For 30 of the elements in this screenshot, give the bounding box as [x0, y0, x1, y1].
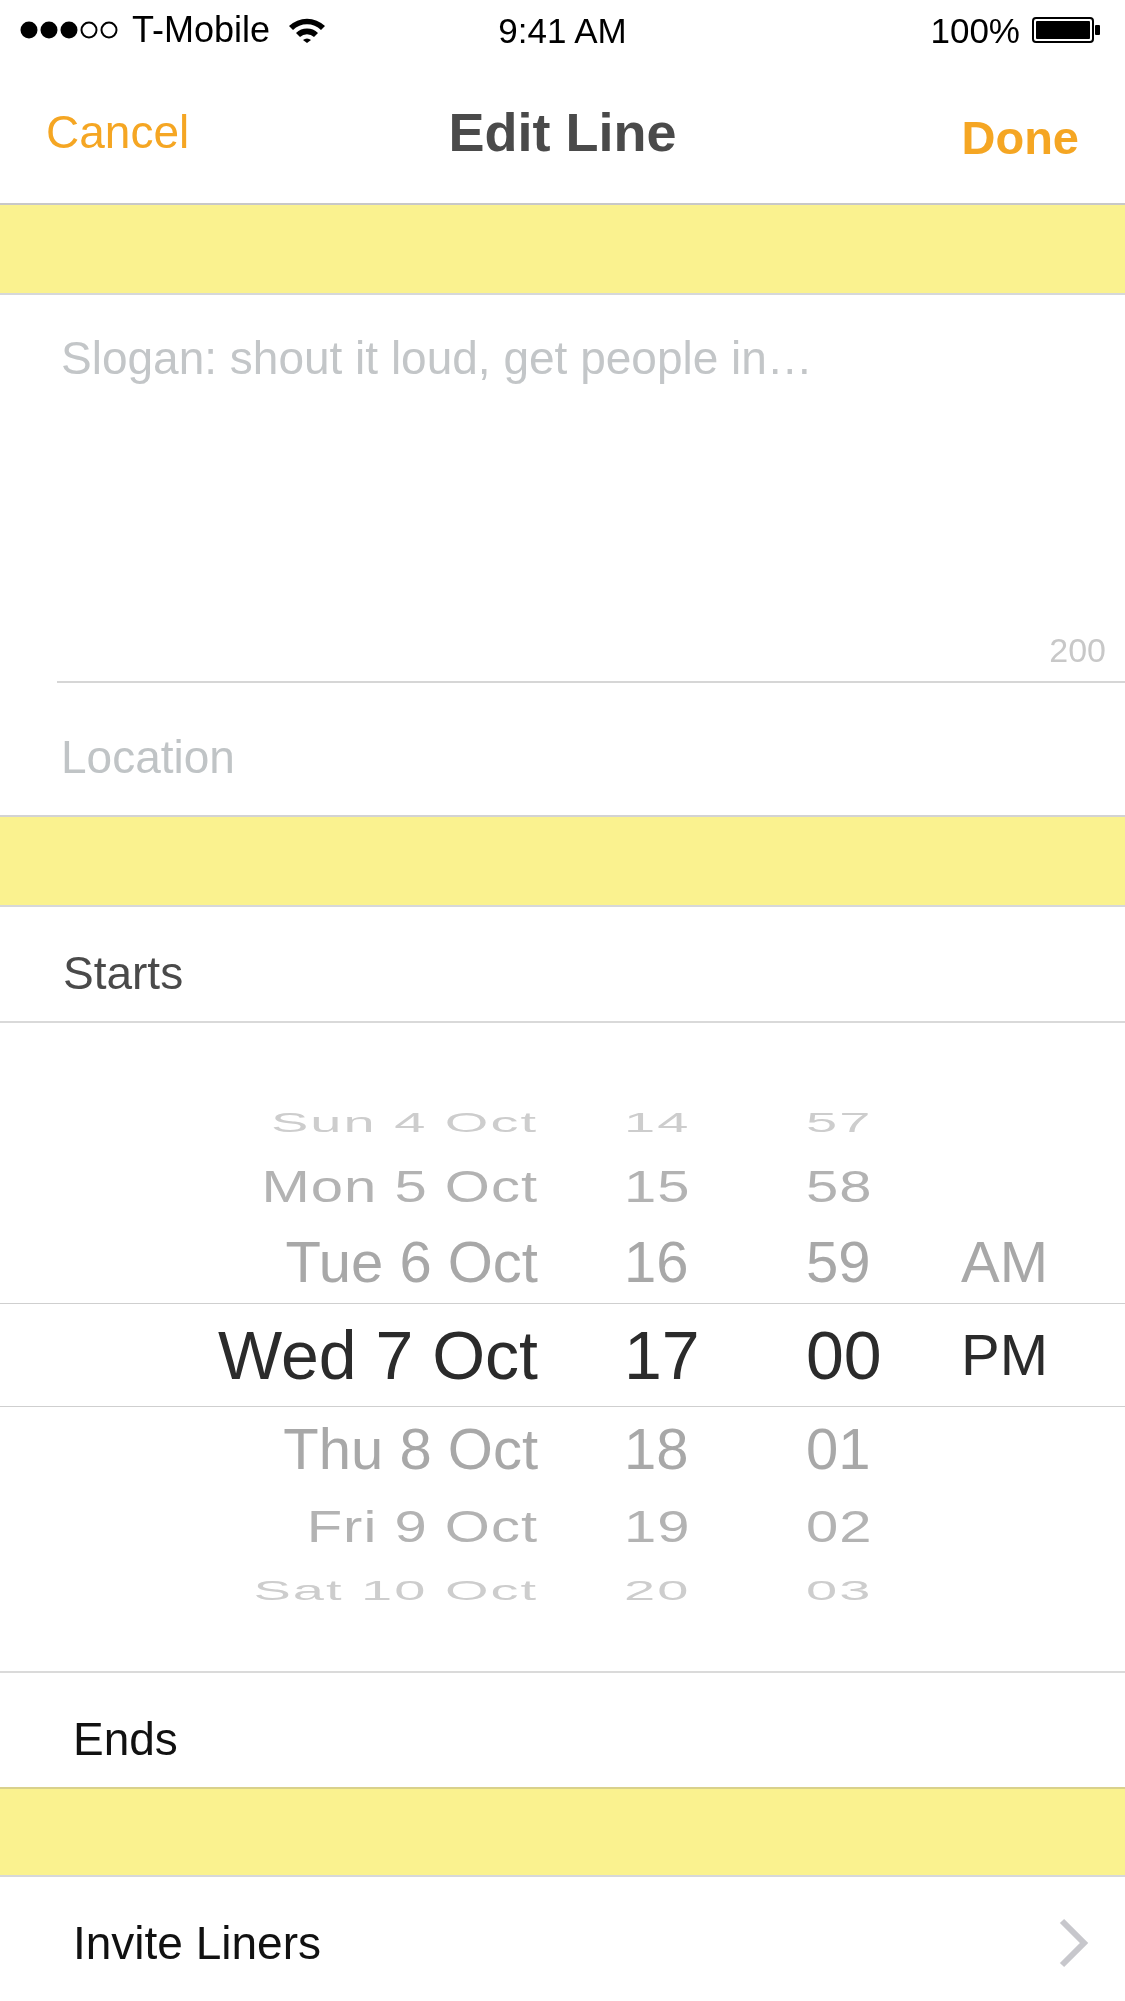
picker-item[interactable]: Tue 6 Oct [285, 1233, 538, 1291]
carrier-name: T-Mobile [132, 12, 271, 48]
picker-item[interactable]: 17 [624, 1321, 700, 1389]
picker-item[interactable]: 19 [624, 1503, 691, 1549]
signal-strength-icon [20, 21, 118, 39]
picker-item[interactable]: Wed 7 Oct [218, 1321, 538, 1389]
chevron-right-icon [1057, 1917, 1089, 1968]
picker-item[interactable]: 00 [806, 1321, 882, 1389]
picker-item[interactable]: 02 [806, 1503, 873, 1549]
picker-item[interactable]: Fri 9 Oct [306, 1503, 538, 1549]
picker-item[interactable]: 59 [806, 1233, 871, 1291]
picker-item[interactable]: 16 [624, 1233, 689, 1291]
picker-item[interactable]: Mon 5 Oct [261, 1163, 538, 1209]
wifi-icon [288, 17, 327, 43]
picker-item[interactable]: 15 [624, 1163, 691, 1209]
done-button[interactable]: Done [961, 114, 1079, 161]
picker-item[interactable]: AM [961, 1233, 1048, 1291]
picker-item[interactable]: PM [961, 1326, 1048, 1384]
picker-item[interactable]: 01 [806, 1420, 871, 1478]
invite-liners-row[interactable]: Invite Liners [0, 1877, 1125, 1994]
ends-row[interactable]: Ends [0, 1673, 1125, 1787]
battery-icon [1032, 17, 1100, 43]
status-time: 9:41 AM [498, 12, 627, 48]
picker-item[interactable]: 18 [624, 1420, 689, 1478]
nav-title: Edit Line [448, 104, 677, 159]
starts-row[interactable]: Starts [0, 907, 1125, 1023]
picker-item[interactable]: Thu 8 Oct [283, 1420, 538, 1478]
picker-item[interactable]: 58 [806, 1163, 873, 1209]
battery-percentage: 100% [930, 12, 1020, 48]
cancel-button[interactable]: Cancel [46, 108, 190, 155]
